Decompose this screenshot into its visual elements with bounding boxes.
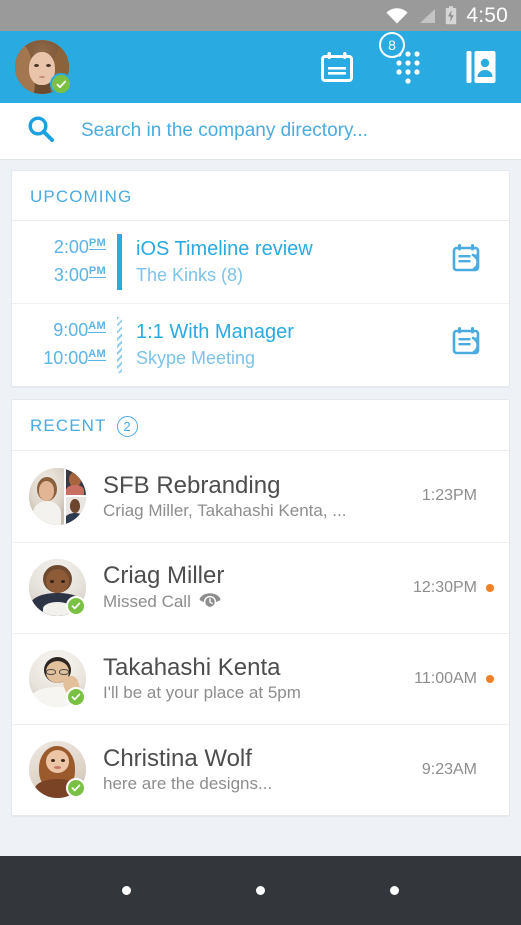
upcoming-card: UPCOMING 2:00PM 3:00PM iOS Timeline revi… <box>11 170 510 387</box>
meeting-end-time: 3:00 <box>53 264 89 285</box>
meeting-status-bar-tentative <box>117 316 122 373</box>
missed-call-icon <box>199 591 221 613</box>
join-meeting-button[interactable] <box>451 242 493 281</box>
recent-title: RECENT <box>30 416 107 436</box>
app-bar-actions: 8 <box>319 32 521 89</box>
meeting-start-time: 9:00 <box>53 319 89 340</box>
presence-available-badge <box>50 73 72 95</box>
group-avatar <box>29 467 86 525</box>
wifi-icon <box>386 7 408 24</box>
meeting-title: iOS Timeline review <box>136 237 313 260</box>
meeting-start-meridiem: AM <box>88 319 106 333</box>
conversation-row[interactable]: SFB Rebranding Criag Miller, Takahashi K… <box>12 451 509 542</box>
join-meeting-icon <box>452 244 480 272</box>
conversation-name: Takahashi Kenta <box>103 654 281 682</box>
meeting-end-meridiem: AM <box>88 347 106 361</box>
conversation-row[interactable]: Takahashi Kenta I'll be at your place at… <box>12 632 509 724</box>
meeting-subtitle: Skype Meeting <box>136 347 256 368</box>
meeting-start-meridiem: PM <box>88 237 106 250</box>
conversation-message-row: I'll be at your place at 5pm <box>103 683 408 703</box>
battery-charging-icon <box>445 6 457 25</box>
conversation-message-row: Criag Miller, Takahashi Kenta, ... <box>103 501 416 521</box>
conversation-message: here are the designs... <box>103 774 273 794</box>
meeting-end-time: 10:00 <box>43 347 89 368</box>
unread-indicator <box>486 583 494 592</box>
conversation-name: Christina Wolf <box>103 745 252 773</box>
conversation-meta: 12:30PM <box>407 579 494 597</box>
meeting-details: iOS Timeline review The Kinks (8) <box>136 238 443 286</box>
back-button[interactable] <box>122 886 132 895</box>
presence-available-badge <box>66 687 86 708</box>
meeting-times: 9:00AM 10:00AM <box>24 317 106 373</box>
conversation-message-row: here are the designs... <box>103 774 416 794</box>
recent-header: RECENT 2 <box>12 400 509 451</box>
contact-avatar <box>29 741 86 799</box>
meeting-start-time: 2:00 <box>53 237 89 257</box>
meeting-title: 1:1 With Manager <box>136 320 294 343</box>
meeting-end-meridiem: PM <box>88 264 106 278</box>
conversation-details: SFB Rebranding Criag Miller, Takahashi K… <box>103 472 416 521</box>
meeting-row[interactable]: 9:00AM 10:00AM 1:1 With Manager Skype Me… <box>12 302 509 386</box>
contact-avatar <box>29 650 86 708</box>
conversation-row[interactable]: Christina Wolf here are the designs... 9… <box>12 723 509 815</box>
search-bar[interactable] <box>0 103 521 160</box>
conversation-time: 9:23AM <box>421 760 477 778</box>
conversation-message: Criag Miller, Takahashi Kenta, ... <box>103 500 347 520</box>
join-meeting-button[interactable] <box>451 325 493 364</box>
conversation-time: 11:00AM <box>414 669 477 687</box>
calendar-icon <box>321 52 353 82</box>
home-button[interactable] <box>255 886 265 895</box>
conversation-details: Takahashi Kenta I'll be at your place at… <box>103 654 408 703</box>
recent-card: RECENT 2 SFB Rebranding Criag Miller, Ta… <box>11 398 510 816</box>
meeting-row[interactable]: 2:00PM 3:00PM iOS Timeline review The Ki… <box>12 221 509 303</box>
conversation-message-row: Missed Call <box>103 591 407 613</box>
meeting-details: 1:1 With Manager Skype Meeting <box>136 321 443 369</box>
conversation-name: Criag Miller <box>103 562 225 590</box>
recents-button[interactable] <box>389 886 399 895</box>
upcoming-title: UPCOMING <box>30 187 133 206</box>
conversation-message: I'll be at your place at 5pm <box>103 683 301 703</box>
conversation-time: 1:23PM <box>421 487 477 505</box>
status-bar: 4:50 <box>0 0 521 31</box>
user-avatar[interactable] <box>15 40 72 95</box>
status-bar-clock: 4:50 <box>466 3 508 27</box>
presence-available-badge <box>66 596 86 617</box>
conversation-meta: 11:00AM <box>408 670 494 688</box>
android-nav-bar <box>0 856 521 925</box>
conversation-details: Criag Miller Missed Call <box>103 562 407 613</box>
unread-indicator <box>486 674 494 683</box>
meeting-status-bar-busy <box>117 234 122 290</box>
contacts-button[interactable] <box>463 45 499 89</box>
conversation-time: 12:30PM <box>412 578 477 596</box>
conversation-row[interactable]: Criag Miller Missed Call 12:30PM <box>12 541 509 633</box>
contact-avatar <box>29 559 86 617</box>
upcoming-header: UPCOMING <box>12 171 509 221</box>
meeting-times: 2:00PM 3:00PM <box>24 234 106 290</box>
app-bar: 8 <box>0 31 521 103</box>
conversation-meta: 9:23AM <box>416 761 494 779</box>
presence-available-badge <box>66 778 86 799</box>
search-icon <box>27 115 54 147</box>
dialpad-badge: 8 <box>379 32 405 58</box>
dialpad-button[interactable]: 8 <box>379 32 427 89</box>
conversation-message: Missed Call <box>103 592 191 612</box>
conversation-details: Christina Wolf here are the designs... <box>103 745 416 794</box>
content-scroll: UPCOMING 2:00PM 3:00PM iOS Timeline revi… <box>0 160 521 816</box>
join-meeting-icon <box>452 327 480 355</box>
search-input[interactable] <box>81 120 521 142</box>
calendar-button[interactable] <box>319 45 355 89</box>
conversation-name: SFB Rebranding <box>103 471 281 499</box>
recent-count-badge: 2 <box>116 415 138 437</box>
address-book-icon <box>466 51 496 83</box>
conversation-meta: 1:23PM <box>416 487 494 505</box>
cellular-signal-icon <box>417 8 436 24</box>
meeting-subtitle: The Kinks (8) <box>136 264 244 285</box>
